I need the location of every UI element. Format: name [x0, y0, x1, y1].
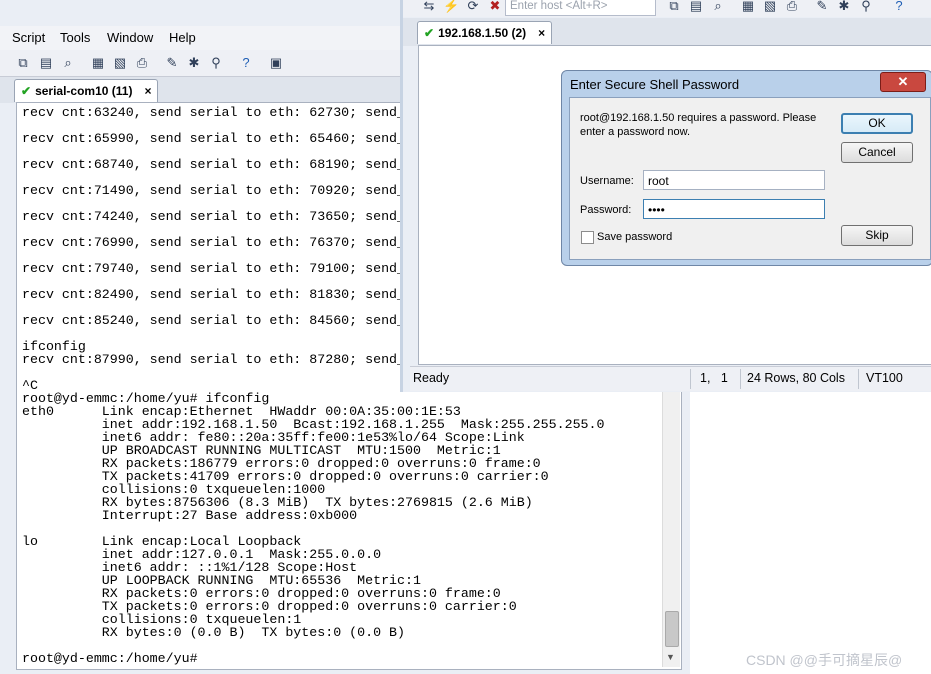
menu-bar: Script Tools Window Help [0, 26, 400, 50]
scrollbar-thumb[interactable] [665, 611, 679, 647]
connected-check-icon: ✔ [424, 26, 435, 40]
terminal-line: recv cnt:68740, send serial to eth: 6819… [22, 157, 406, 172]
status-divider [740, 369, 741, 389]
menu-help[interactable]: Help [169, 30, 196, 45]
reconnect-icon[interactable]: ⟳ [465, 0, 481, 14]
terminal-size: 24 Rows, 80 Cols [747, 371, 845, 385]
global-options-icon[interactable]: ✱ [186, 55, 202, 71]
terminal-line: RX bytes:0 (0.0 B) TX bytes:0 (0.0 B) [22, 625, 406, 640]
scroll-down-icon[interactable]: ▼ [666, 652, 675, 662]
session-options-icon[interactable]: ✎ [814, 0, 830, 14]
keymap-icon[interactable]: ⚲ [208, 55, 224, 71]
tab-ssh-192-168-1-50[interactable]: ✔ 192.168.1.50 (2) × [417, 21, 553, 44]
password-field[interactable]: •••• [643, 199, 825, 219]
disconnect-icon[interactable]: ✖ [487, 0, 503, 14]
ssh-toolbar: ⇆ ⚡ ⟳ ✖ Enter host <Alt+R> ⧉ ▤ ⌕ ▦ ▧ ⎙ ✎… [403, 0, 931, 17]
terminal-line: recv cnt:65990, send serial to eth: 6546… [22, 131, 406, 146]
paste-icon[interactable]: ▤ [688, 0, 704, 14]
skip-button[interactable]: Skip [841, 225, 913, 246]
tab-serial-com10[interactable]: ✔ serial-com10 (11) × [14, 79, 159, 102]
menu-tools[interactable]: Tools [60, 30, 90, 45]
dialog-close-button[interactable]: ✕ [880, 72, 926, 92]
password-dialog: Enter Secure Shell Password ✕ root@192.1… [561, 70, 931, 266]
terminal-line: recv cnt:82490, send serial to eth: 8183… [22, 287, 406, 302]
terminal-line: Interrupt:27 Base address:0xb000 [22, 508, 358, 523]
save-password-checkbox[interactable] [581, 231, 594, 244]
find-icon[interactable]: ⌕ [710, 0, 726, 14]
ok-button[interactable]: OK [841, 113, 913, 134]
find-icon[interactable]: ⌕ [60, 55, 76, 71]
terminal-line: recv cnt:63240, send serial to eth: 6273… [22, 105, 406, 120]
terminal-line: root@yd-emmc:/home/yu# [22, 651, 198, 666]
username-label: Username: [580, 175, 634, 187]
paste-icon[interactable]: ▤ [38, 55, 54, 71]
copy-icon[interactable]: ⧉ [15, 55, 31, 71]
status-bar: Ready 1, 1 24 Rows, 80 Cols VT100 [410, 366, 931, 391]
tab-label: 192.168.1.50 (2) [438, 26, 527, 40]
help-icon[interactable]: ? [238, 55, 254, 71]
global-options-icon[interactable]: ✱ [836, 0, 852, 14]
terminal-line: recv cnt:87990, send serial to eth: 8728… [22, 352, 406, 367]
terminal-line: recv cnt:76990, send serial to eth: 7637… [22, 235, 406, 250]
print-preview-icon[interactable]: ▧ [762, 0, 778, 14]
help-icon[interactable]: ? [891, 0, 907, 14]
connect-icon[interactable]: ⇆ [421, 0, 437, 14]
quick-connect-icon[interactable]: ⚡ [443, 0, 459, 14]
watermark: CSDN @@手可摘星辰@ [746, 652, 903, 668]
tab-label: serial-com10 (11) [35, 84, 133, 98]
menu-script[interactable]: Script [12, 30, 45, 45]
session-options-icon[interactable]: ✎ [164, 55, 180, 71]
host-input[interactable]: Enter host <Alt+R> [505, 0, 656, 16]
dialog-body: root@192.168.1.50 requires a password. P… [569, 97, 931, 260]
close-tab-icon[interactable]: × [538, 26, 545, 40]
print-icon[interactable]: ⎙ [784, 0, 800, 14]
cancel-button[interactable]: Cancel [841, 142, 913, 163]
emulation-mode: VT100 [866, 371, 903, 385]
map-icon[interactable]: ▣ [268, 55, 284, 71]
dialog-message-line1: root@192.168.1.50 requires a password. P… [580, 112, 817, 124]
dialog-title: Enter Secure Shell Password [570, 77, 740, 92]
menu-window[interactable]: Window [107, 30, 153, 45]
print-setup-icon[interactable]: ▦ [740, 0, 756, 14]
copy-icon[interactable]: ⧉ [666, 0, 682, 14]
ssh-tab-bar: ✔ 192.168.1.50 (2) × [403, 18, 931, 46]
terminal-line: recv cnt:74240, send serial to eth: 7365… [22, 209, 406, 224]
terminal-line: recv cnt:71490, send serial to eth: 7092… [22, 183, 406, 198]
username-field[interactable]: root [643, 170, 825, 190]
save-password-label: Save password [597, 231, 673, 243]
connected-check-icon: ✔ [21, 84, 32, 98]
password-label: Password: [580, 204, 632, 216]
status-divider [690, 369, 691, 389]
print-setup-icon[interactable]: ▦ [90, 55, 106, 71]
cursor-position: 1, 1 [700, 371, 728, 385]
print-preview-icon[interactable]: ▧ [112, 55, 128, 71]
dialog-message-line2: enter a password now. [580, 126, 691, 138]
status-divider [858, 369, 859, 389]
terminal-line: recv cnt:79740, send serial to eth: 7910… [22, 261, 406, 276]
print-icon[interactable]: ⎙ [134, 55, 150, 71]
keymap-icon[interactable]: ⚲ [858, 0, 874, 14]
status-ready: Ready [413, 371, 450, 385]
close-tab-icon[interactable]: × [144, 84, 151, 98]
terminal-line: recv cnt:85240, send serial to eth: 8456… [22, 313, 406, 328]
